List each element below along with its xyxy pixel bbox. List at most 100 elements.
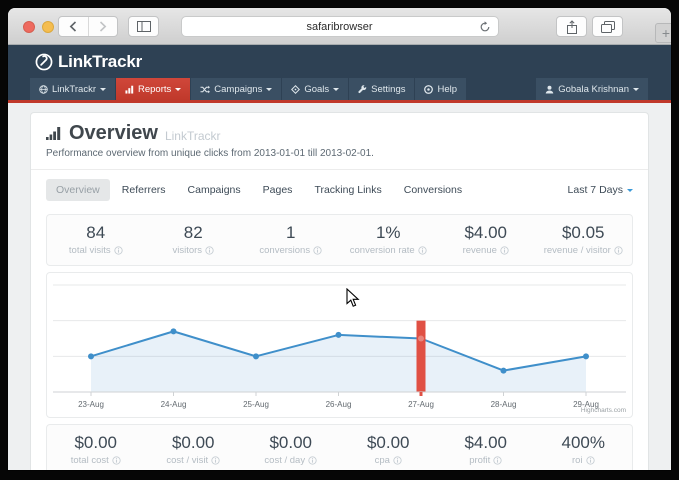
brand-logo[interactable]: LinkTrackr <box>35 52 142 72</box>
nav-label: Settings <box>371 84 405 95</box>
stat-label: cpa <box>375 455 390 466</box>
sidebar-icon <box>137 21 151 32</box>
close-window-button[interactable] <box>23 21 35 33</box>
nav-item-reports[interactable]: Reports <box>116 78 190 100</box>
nav-label: LinkTrackr <box>52 84 96 95</box>
forward-button[interactable] <box>88 17 118 36</box>
nav-label: Help <box>437 84 457 95</box>
stat-profit: $4.00 profit <box>437 433 535 466</box>
stat-revenue-visitor: $0.05 revenue / visitor <box>535 223 633 256</box>
wrench-icon <box>358 85 367 94</box>
stat-label: revenue <box>463 245 497 256</box>
page-header: Overview LinkTrackr Performance overview… <box>31 113 648 170</box>
stat-total-visits: 84 total visits <box>47 223 145 256</box>
svg-text:27-Aug: 27-Aug <box>408 400 434 409</box>
stat-value: 82 <box>145 223 243 243</box>
stat-roi: 400% roi <box>535 433 633 466</box>
tab-overview-button[interactable] <box>592 16 623 37</box>
svg-text:26-Aug: 26-Aug <box>326 400 352 409</box>
stat-value: $4.00 <box>437 433 535 453</box>
user-icon <box>545 85 554 94</box>
overview-bars-icon <box>46 126 62 141</box>
svg-text:25-Aug: 25-Aug <box>243 400 269 409</box>
browser-window: safaribrowser + LinkTrackr <box>8 8 671 470</box>
info-icon[interactable] <box>313 246 322 255</box>
stat-cpa: $0.00 cpa <box>340 433 438 466</box>
page-title-suffix: LinkTrackr <box>165 129 221 143</box>
chevron-left-icon <box>69 21 77 32</box>
minimize-window-button[interactable] <box>42 21 54 33</box>
page-subtitle: Performance overview from unique clicks … <box>46 148 633 159</box>
info-icon[interactable] <box>614 246 623 255</box>
reload-button[interactable] <box>479 21 491 36</box>
site-nav: LinkTrackr Reports Campaigns Goals Setti <box>8 78 671 103</box>
visits-chart-panel: 23-Aug24-Aug25-Aug26-Aug27-Aug28-Aug29-A… <box>46 272 633 418</box>
nav-item-settings[interactable]: Settings <box>349 78 414 100</box>
tabs-icon <box>601 21 615 33</box>
nav-label: Reports <box>138 84 171 95</box>
nav-item-help[interactable]: Help <box>415 78 466 100</box>
info-icon[interactable] <box>211 456 220 465</box>
globe-icon <box>39 85 48 94</box>
stat-total-cost: $0.00 total cost <box>47 433 145 466</box>
info-icon[interactable] <box>205 246 214 255</box>
chevron-right-icon <box>99 21 107 32</box>
info-icon[interactable] <box>418 246 427 255</box>
visits-chart[interactable]: 23-Aug24-Aug25-Aug26-Aug27-Aug28-Aug29-A… <box>47 277 632 417</box>
browser-toolbar: safaribrowser + <box>8 8 671 45</box>
date-range-dropdown[interactable]: Last 7 Days <box>568 184 633 196</box>
stat-value: 84 <box>47 223 145 243</box>
nav-item-linktrackr[interactable]: LinkTrackr <box>30 78 115 100</box>
address-bar[interactable]: safaribrowser <box>181 16 499 37</box>
info-icon[interactable] <box>308 456 317 465</box>
info-icon[interactable] <box>114 246 123 255</box>
info-icon[interactable] <box>500 246 509 255</box>
stat-value: 400% <box>535 433 633 453</box>
stats-row-top: 84 total visits 82 visitors 1 conversion… <box>46 214 633 266</box>
stat-label: cost / visit <box>166 455 208 466</box>
stat-label: profit <box>469 455 490 466</box>
nav-item-campaigns[interactable]: Campaigns <box>191 78 281 100</box>
tab-conversions[interactable]: Conversions <box>394 179 472 201</box>
sidebar-toggle-button[interactable] <box>128 16 159 37</box>
info-icon[interactable] <box>586 456 595 465</box>
tab-tracking-links[interactable]: Tracking Links <box>304 179 391 201</box>
caret-down-icon <box>100 88 106 94</box>
new-tab-button[interactable]: + <box>655 23 671 43</box>
stat-label: visitors <box>172 245 202 256</box>
stat-value: 1% <box>340 223 438 243</box>
tab-campaigns[interactable]: Campaigns <box>178 179 251 201</box>
stat-value: $0.05 <box>535 223 633 243</box>
caret-down-icon <box>266 88 272 94</box>
screen-frame: safaribrowser + LinkTrackr <box>0 0 679 480</box>
page-title: Overview <box>69 122 158 145</box>
stat-value: $0.00 <box>47 433 145 453</box>
info-icon[interactable] <box>393 456 402 465</box>
info-icon[interactable] <box>493 456 502 465</box>
stat-value: 1 <box>242 223 340 243</box>
stat-visitors: 82 visitors <box>145 223 243 256</box>
stat-label: total cost <box>71 455 109 466</box>
tab-referrers[interactable]: Referrers <box>112 179 176 201</box>
nav-item-goals[interactable]: Goals <box>282 78 348 100</box>
share-button[interactable] <box>556 16 587 37</box>
stat-conversion-rate: 1% conversion rate <box>340 223 438 256</box>
tab-pages[interactable]: Pages <box>253 179 303 201</box>
stat-cost-visit: $0.00 cost / visit <box>145 433 243 466</box>
tab-overview[interactable]: Overview <box>46 179 110 201</box>
back-button[interactable] <box>59 17 88 36</box>
linktrackr-logo-icon <box>35 53 53 71</box>
date-range-label: Last 7 Days <box>568 184 623 196</box>
chart-credit[interactable]: Highcharts.com <box>581 407 626 414</box>
stat-label: total visits <box>69 245 111 256</box>
stat-label: conversion rate <box>350 245 415 256</box>
stat-value: $4.00 <box>437 223 535 243</box>
goal-icon <box>291 85 300 94</box>
shuffle-icon <box>200 85 210 94</box>
reports-chart-icon <box>125 85 134 94</box>
info-icon[interactable] <box>112 456 121 465</box>
stat-label: revenue / visitor <box>544 245 611 256</box>
stat-cost-day: $0.00 cost / day <box>242 433 340 466</box>
user-menu[interactable]: Gobala Krishnan <box>536 78 648 100</box>
report-tabs: Overview Referrers Campaigns Pages Track… <box>31 170 648 210</box>
